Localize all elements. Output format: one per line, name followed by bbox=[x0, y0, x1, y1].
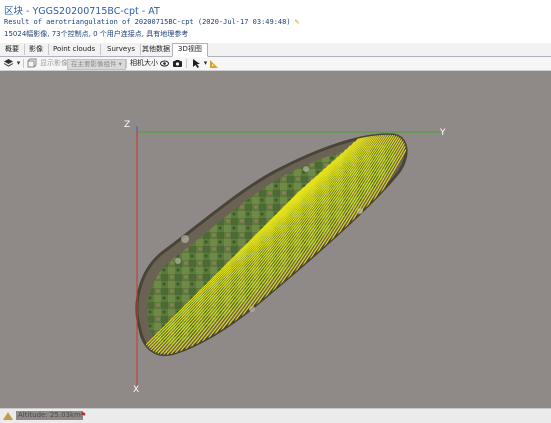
flight-lines bbox=[136, 134, 407, 355]
tab-bar: 概要 影像 Point clouds Surveys 其他数据 3D视图 bbox=[0, 43, 551, 57]
toolbar-divider bbox=[126, 59, 127, 68]
z-axis-label: Z bbox=[124, 120, 131, 130]
tab-images[interactable]: 影像 bbox=[24, 44, 49, 55]
status-bar: Altitude: 25.03km ⚑ bbox=[0, 408, 551, 423]
toolbar-divider bbox=[23, 59, 24, 68]
x-axis-label: X bbox=[133, 385, 140, 395]
tab-point-clouds[interactable]: Point clouds bbox=[48, 44, 102, 55]
header: 区块 - YGGS20200715BC-cpt - AT Result of a… bbox=[0, 0, 551, 43]
cube-icon-svg bbox=[27, 58, 37, 68]
globe-icon bbox=[3, 412, 13, 420]
flag-icon: ⚑ bbox=[80, 411, 87, 419]
tab-other-data[interactable]: 其他数据 bbox=[137, 44, 176, 55]
eye-icon-svg bbox=[160, 60, 169, 67]
camera-size-label[interactable]: 相机大小 bbox=[130, 58, 158, 69]
block-subtitle: Result of aerotriangulation of 20200715B… bbox=[4, 17, 299, 26]
camera-icon[interactable] bbox=[172, 58, 183, 69]
window-title: 区块 - YGGS20200715BC-cpt - AT bbox=[4, 6, 160, 17]
altitude-readout: Altitude: 25.03km bbox=[16, 411, 83, 420]
toolbar-divider bbox=[186, 59, 187, 68]
toolbar: ▾ 显示影像 在主要影像组件 ▾ 相机大小 ▾ bbox=[0, 57, 551, 71]
eye-icon[interactable] bbox=[159, 58, 170, 69]
tab-overview[interactable]: 概要 bbox=[0, 44, 25, 55]
camera-icon-svg bbox=[173, 60, 182, 67]
block-summary: 15024幅影像, 73个控制点, 0 个用户连接点, 具有地理参考 bbox=[4, 30, 189, 38]
ruler-icon-svg bbox=[210, 60, 218, 68]
subtitle-text: Result of aerotriangulation of 20200715B… bbox=[4, 18, 291, 26]
show-images-label: 显示影像 bbox=[40, 59, 68, 67]
show-images-select[interactable]: 在主要影像组件 ▾ bbox=[67, 59, 126, 70]
ruler-icon[interactable] bbox=[209, 58, 220, 69]
scene-canvas[interactable] bbox=[0, 71, 551, 408]
show-images-select-value: 在主要影像组件 bbox=[71, 60, 117, 68]
pencil-icon[interactable]: ✎ bbox=[295, 17, 300, 26]
tab-surveys[interactable]: Surveys bbox=[102, 44, 141, 55]
y-axis-label: Y bbox=[440, 128, 446, 138]
tab-3d-view[interactable]: 3D视图 bbox=[172, 43, 208, 57]
3d-viewport[interactable]: Z Y X bbox=[0, 71, 551, 408]
cube-icon[interactable] bbox=[26, 58, 37, 69]
photogrammetry-block bbox=[135, 133, 408, 356]
